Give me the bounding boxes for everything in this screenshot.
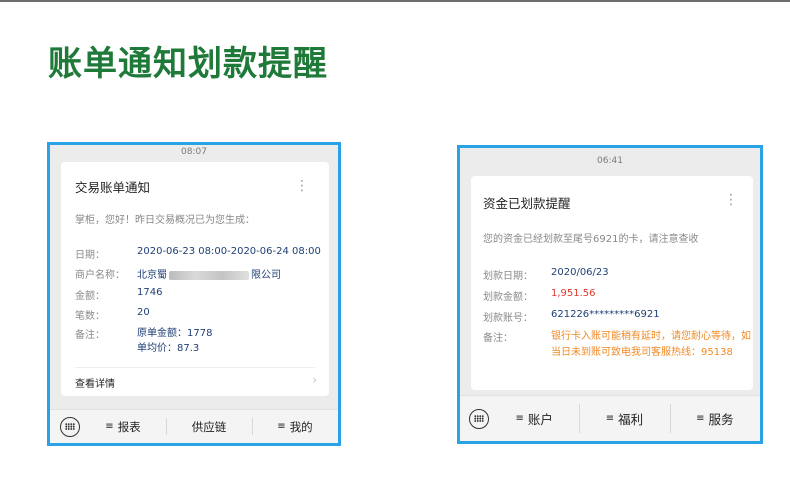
row-label: 备注： <box>75 330 105 341</box>
keyboard-icon[interactable] <box>469 408 489 429</box>
menu-lines-icon: ≡ <box>605 413 615 424</box>
row-label: 笔数： <box>75 311 105 322</box>
row-label: 划款金额： <box>483 292 533 303</box>
status-bar-time: 06:41 <box>597 156 623 166</box>
redacted-text <box>169 270 249 280</box>
more-options-icon[interactable]: ⋮ <box>295 179 309 193</box>
menu-lines-icon: ≡ <box>277 421 286 432</box>
greeting-text: 掌柜，您好！昨日交易概况已为您生成： <box>75 215 255 226</box>
phone-screenshot-bill: 08:07 交易账单通知 ⋮ 掌柜，您好！昨日交易概况已为您生成： 日期： 20… <box>47 142 341 446</box>
phone-screenshot-payout: 06:41 资金已划款提醒 ⋮ 您的资金已经划款至尾号6921的卡，请注意查收 … <box>457 145 763 444</box>
row-value: 2020-06-23 08:00-2020-06-24 08:00 <box>137 246 321 257</box>
slide-heading: 账单通知划款提醒 <box>48 44 328 84</box>
menu-lines-icon: ≡ <box>105 421 114 432</box>
bottom-menu-bar: ≡ 账户 ≡ 福利 ≡ 服务 <box>460 395 760 441</box>
row-value: 1,951.56 <box>551 288 596 299</box>
menu-lines-icon: ≡ <box>515 413 524 424</box>
card-title: 资金已划款提醒 <box>483 196 571 211</box>
row-label: 日期： <box>75 250 105 261</box>
row-value: 20 <box>137 307 150 318</box>
row-value: 原单金额：1778 单均价：87.3 <box>137 328 213 354</box>
menu-item-account[interactable]: ≡ 账户 <box>489 396 579 441</box>
top-divider <box>0 0 790 2</box>
menu-item-reports[interactable]: ≡ 报表 <box>80 410 166 443</box>
row-value: 1746 <box>137 287 163 298</box>
status-bar-time: 08:07 <box>181 147 207 157</box>
card-title: 交易账单通知 <box>75 180 151 195</box>
card-divider <box>75 367 315 368</box>
menu-item-mine[interactable]: ≡ 我的 <box>252 410 338 443</box>
menu-item-benefits[interactable]: ≡ 福利 <box>579 396 669 441</box>
row-value: 银行卡入账可能稍有延时，请您耐心等待，如当日未到账可致电我司客服热线：95138 <box>551 331 751 358</box>
keyboard-icon[interactable] <box>60 416 80 437</box>
notification-card-payout[interactable]: 资金已划款提醒 ⋮ 您的资金已经划款至尾号6921的卡，请注意查收 划款日期： … <box>471 176 753 390</box>
row-label: 划款账号： <box>483 313 533 324</box>
row-label: 备注： <box>483 333 513 344</box>
bottom-menu-bar: ≡ 报表 供应链 ≡ 我的 <box>50 409 338 443</box>
slide: 账单通知划款提醒 08:07 交易账单通知 ⋮ 掌柜，您好！昨日交易概况已为您生… <box>0 0 790 480</box>
row-label: 商户名称： <box>75 270 125 281</box>
greeting-text: 您的资金已经划款至尾号6921的卡，请注意查收 <box>483 234 699 245</box>
row-label: 金额： <box>75 291 105 302</box>
chevron-right-icon[interactable]: › <box>312 373 317 387</box>
row-note: 备注： 原单金额：1778 单均价：87.3 <box>75 326 325 358</box>
row-payout-note: 备注： 银行卡入账可能稍有延时，请您耐心等待，如当日未到账可致电我司客服热线：9… <box>483 329 753 379</box>
menu-lines-icon: ≡ <box>696 413 705 424</box>
menu-item-services[interactable]: ≡ 服务 <box>669 396 760 441</box>
notification-card-bill[interactable]: 交易账单通知 ⋮ 掌柜，您好！昨日交易概况已为您生成： 日期： 2020-06-… <box>61 162 329 396</box>
menu-item-supply-chain[interactable]: 供应链 <box>166 410 252 443</box>
view-details-link[interactable]: 查看详情 <box>75 375 115 390</box>
row-value: 2020/06/23 <box>551 267 609 278</box>
row-value: 621226*********6921 <box>551 309 660 320</box>
row-label: 划款日期： <box>483 271 533 282</box>
more-options-icon[interactable]: ⋮ <box>724 193 738 207</box>
row-value: 北京蜀 限公司 <box>137 270 281 281</box>
